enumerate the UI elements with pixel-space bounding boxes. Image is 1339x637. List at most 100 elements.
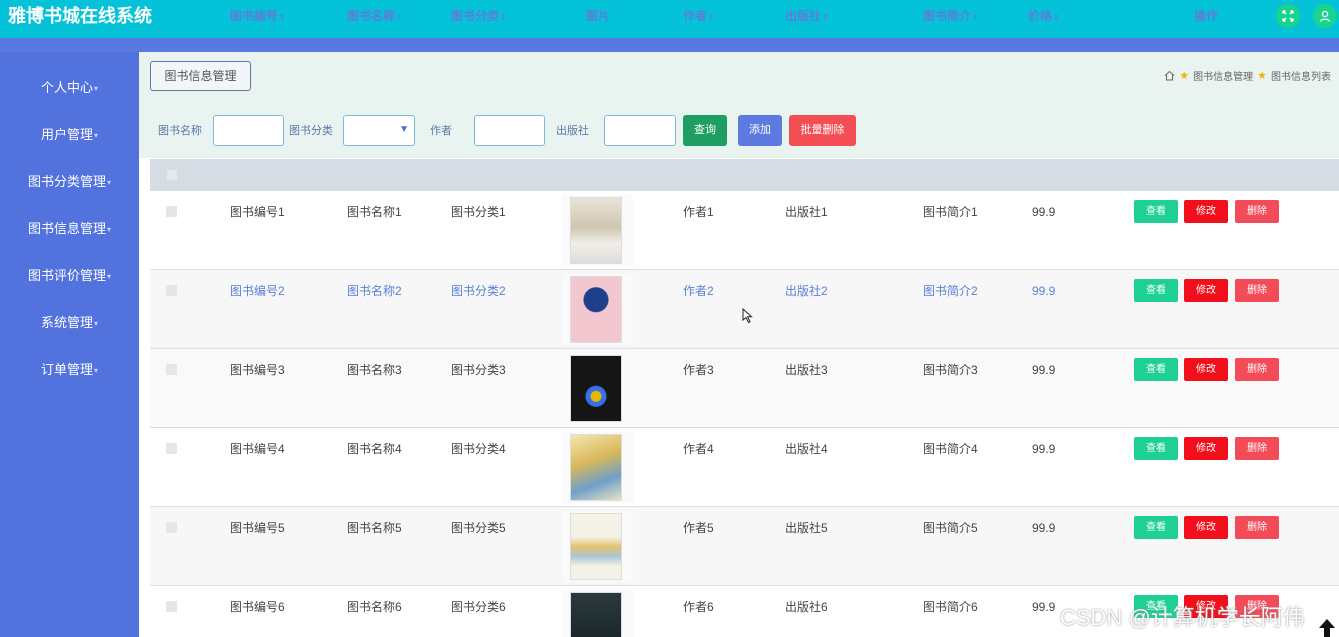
sidebar-item-orders[interactable]: 订单管理▾	[0, 360, 139, 380]
column-header-publisher[interactable]: 出版社⇕	[785, 9, 829, 25]
select-all-checkbox[interactable]	[166, 169, 178, 181]
sidebar-item-label: 系统管理	[40, 315, 93, 330]
chevron-down-icon: ▼	[399, 124, 409, 135]
cell-code: 图书编号6	[230, 600, 285, 614]
column-header-label: 作者	[683, 9, 708, 23]
view-button[interactable]: 查看	[1134, 516, 1178, 539]
header-stripe	[0, 38, 1339, 52]
cell-price: 99.9	[1032, 442, 1056, 456]
publisher-label: 出版社	[556, 125, 589, 137]
edit-button[interactable]: 修改	[1184, 358, 1228, 381]
cell-intro: 图书简介6	[923, 600, 978, 614]
book-cover	[570, 276, 622, 343]
book-cover-image	[562, 511, 633, 582]
table-row: 图书编号5 图书名称5 图书分类5 作者5 出版社5 图书简介5 99.9 查看…	[150, 507, 1339, 586]
cell-publisher: 出版社2	[785, 284, 828, 298]
cell-price: 99.9	[1032, 600, 1056, 614]
table-row: 图书编号1 图书名称1 图书分类1 作者1 出版社1 图书简介1 99.9 查看…	[150, 191, 1339, 270]
delete-button[interactable]: 删除	[1235, 279, 1279, 302]
batch-delete-button[interactable]: 批量删除	[789, 115, 856, 146]
book-category-select[interactable]: ▼	[343, 115, 415, 146]
book-name-input[interactable]	[213, 115, 284, 146]
cell-author: 作者6	[683, 600, 714, 614]
row-checkbox[interactable]	[166, 206, 177, 217]
row-checkbox[interactable]	[166, 285, 177, 296]
cell-category: 图书分类1	[451, 205, 506, 219]
book-cover-image	[562, 195, 633, 266]
chevron-down-icon: ▾	[94, 318, 99, 328]
row-checkbox[interactable]	[166, 443, 177, 454]
column-header-name[interactable]: 图书名称⇕	[347, 9, 403, 25]
edit-button[interactable]: 修改	[1184, 279, 1228, 302]
cell-intro: 图书简介5	[923, 521, 978, 535]
watermark: CSDN @计算机学长阿伟	[1060, 605, 1305, 630]
book-name-label: 图书名称	[158, 125, 202, 137]
book-cover	[570, 355, 622, 422]
user-icon[interactable]	[1313, 4, 1337, 28]
book-cover	[570, 513, 622, 580]
book-cover-image	[562, 274, 633, 345]
home-icon[interactable]	[1164, 70, 1175, 81]
star-icon: ★	[1179, 70, 1190, 82]
cell-code: 图书编号1	[230, 205, 285, 219]
breadcrumb-item[interactable]: 图书信息管理	[1193, 68, 1253, 83]
edit-button[interactable]: 修改	[1184, 516, 1228, 539]
sidebar-item-personal-center[interactable]: 个人中心▾	[0, 78, 139, 98]
edit-button[interactable]: 修改	[1184, 200, 1228, 223]
sidebar-item-book-review[interactable]: 图书评价管理▾	[0, 266, 139, 286]
app-title: 雅博书城在线系统	[8, 6, 152, 26]
top-header: 雅博书城在线系统	[0, 0, 1339, 38]
sidebar: 个人中心▾ 用户管理▾ 图书分类管理▾ 图书信息管理▾ 图书评价管理▾ 系统管理…	[0, 52, 139, 637]
chevron-down-icon: ▾	[94, 365, 99, 375]
edit-button[interactable]: 修改	[1184, 437, 1228, 460]
cell-publisher: 出版社5	[785, 521, 828, 535]
add-button[interactable]: 添加	[738, 115, 782, 146]
fullscreen-icon[interactable]	[1276, 4, 1300, 28]
column-header-label: 图书简介	[923, 9, 972, 23]
sidebar-item-system[interactable]: 系统管理▾	[0, 313, 139, 333]
book-cover	[570, 434, 622, 501]
publisher-input[interactable]	[604, 115, 676, 146]
cell-intro: 图书简介4	[923, 442, 978, 456]
cell-publisher: 出版社1	[785, 205, 828, 219]
row-checkbox[interactable]	[166, 364, 177, 375]
column-header-label: 图书名称	[347, 9, 396, 23]
cell-intro: 图书简介3	[923, 363, 978, 377]
row-checkbox[interactable]	[166, 522, 177, 533]
sidebar-item-user-management[interactable]: 用户管理▾	[0, 125, 139, 145]
column-header-category[interactable]: 图书分类⇕	[451, 9, 507, 25]
column-header-code[interactable]: 图书编号⇕	[230, 9, 286, 25]
author-label: 作者	[430, 125, 452, 137]
view-button[interactable]: 查看	[1134, 358, 1178, 381]
sidebar-item-book-category[interactable]: 图书分类管理▾	[0, 172, 139, 192]
author-input[interactable]	[474, 115, 545, 146]
cell-category: 图书分类4	[451, 442, 506, 456]
view-button[interactable]: 查看	[1134, 200, 1178, 223]
view-button[interactable]: 查看	[1134, 279, 1178, 302]
table-row: 图书编号4 图书名称4 图书分类4 作者4 出版社4 图书简介4 99.9 查看…	[150, 428, 1339, 507]
delete-button[interactable]: 删除	[1235, 437, 1279, 460]
delete-button[interactable]: 删除	[1235, 516, 1279, 539]
cell-price: 99.9	[1032, 284, 1056, 298]
cell-author: 作者3	[683, 363, 714, 377]
column-header-intro[interactable]: 图书简介⇕	[923, 9, 979, 25]
column-header-author[interactable]: 作者⇕	[683, 9, 715, 25]
cell-intro: 图书简介2	[923, 284, 978, 298]
cell-name: 图书名称6	[347, 600, 402, 614]
star-icon: ★	[1257, 70, 1267, 82]
sidebar-item-book-info[interactable]: 图书信息管理▾	[0, 219, 139, 239]
back-to-top-icon[interactable]	[1315, 617, 1339, 637]
chevron-down-icon: ▾	[107, 177, 112, 187]
sort-icon: ⇕	[500, 13, 507, 22]
cell-name: 图书名称1	[347, 205, 402, 219]
chevron-down-icon: ▾	[107, 224, 112, 234]
row-checkbox[interactable]	[166, 601, 177, 612]
delete-button[interactable]: 删除	[1235, 200, 1279, 223]
chevron-down-icon: ▾	[94, 83, 99, 93]
cell-category: 图书分类6	[451, 600, 506, 614]
delete-button[interactable]: 删除	[1235, 358, 1279, 381]
query-button[interactable]: 查询	[683, 115, 727, 146]
view-button[interactable]: 查看	[1134, 437, 1178, 460]
cell-name: 图书名称4	[347, 442, 402, 456]
column-header-price[interactable]: 价格⇕	[1028, 9, 1060, 25]
